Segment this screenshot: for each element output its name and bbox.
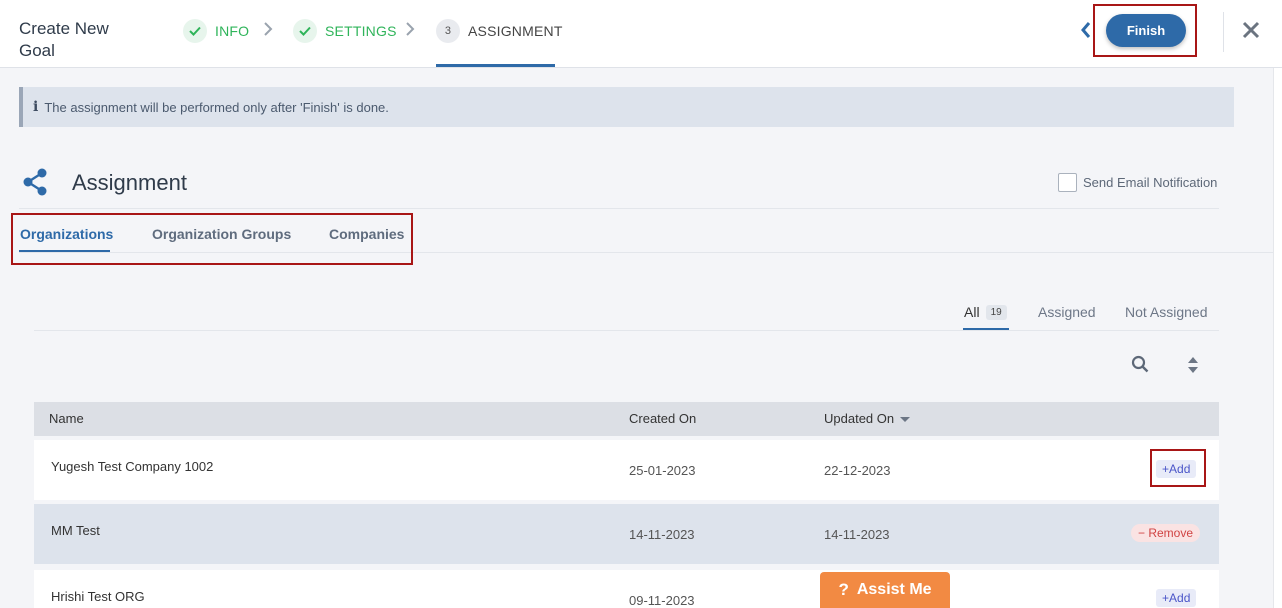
check-icon	[293, 19, 317, 43]
share-icon	[23, 168, 47, 196]
org-name: MM Test	[51, 523, 100, 538]
question-icon: ?	[838, 580, 849, 599]
active-step-indicator	[436, 64, 555, 67]
step-number: 3	[436, 19, 460, 43]
step-assignment[interactable]: 3 ASSIGNMENT	[436, 18, 563, 44]
check-icon	[183, 19, 207, 43]
sort-desc-icon	[900, 417, 911, 423]
add-label: Add	[1169, 591, 1191, 605]
table-row: MM Test 14-11-2023 14-11-2023 − Remove	[34, 504, 1219, 564]
info-text: The assignment will be performed only af…	[44, 99, 389, 115]
info-banner: i The assignment will be performed only …	[19, 87, 1234, 127]
table-row: Hrishi Test ORG 09-11-2023 +Add	[34, 570, 1219, 608]
column-name[interactable]: Name	[49, 411, 84, 426]
org-name: Yugesh Test Company 1002	[51, 459, 214, 474]
section-title: Assignment	[72, 170, 187, 195]
filter-all-label: All	[964, 304, 980, 320]
step-info[interactable]: INFO	[183, 18, 249, 44]
count-badge: 19	[985, 304, 1007, 320]
highlight-box	[11, 213, 413, 265]
updated-date: 14-11-2023	[824, 527, 890, 542]
close-icon[interactable]	[1241, 20, 1261, 40]
highlight-box	[1150, 449, 1206, 487]
search-icon[interactable]	[1131, 355, 1149, 373]
sort-icon[interactable]	[1186, 356, 1200, 374]
column-updated-on[interactable]: Updated On	[824, 411, 911, 426]
divider	[34, 330, 1219, 331]
step-settings[interactable]: SETTINGS	[293, 18, 397, 44]
info-icon: i	[33, 99, 39, 115]
header-divider	[1223, 12, 1224, 52]
highlight-box	[1093, 4, 1197, 57]
filter-assigned[interactable]: Assigned	[1038, 304, 1096, 320]
created-date: 25-01-2023	[629, 463, 696, 478]
table-header: Name Created On Updated On	[34, 402, 1219, 436]
filter-not-assigned[interactable]: Not Assigned	[1125, 304, 1208, 320]
remove-label: Remove	[1148, 526, 1194, 540]
column-updated-on-label: Updated On	[824, 411, 895, 426]
chevron-right-icon	[264, 22, 273, 36]
email-notification-checkbox[interactable]	[1058, 173, 1077, 192]
column-created-on[interactable]: Created On	[629, 411, 696, 426]
filter-all[interactable]: All 19	[964, 304, 1007, 320]
updated-date: 22-12-2023	[824, 463, 891, 478]
org-name: Hrishi Test ORG	[51, 589, 145, 604]
wizard-header: Create New Goal INFO SETTINGS 3 ASSIGNME…	[0, 0, 1282, 68]
table-row: Yugesh Test Company 1002 25-01-2023 22-1…	[34, 440, 1219, 500]
email-notification-label: Send Email Notification	[1083, 175, 1218, 190]
created-date: 14-11-2023	[629, 527, 695, 542]
step-settings-label: SETTINGS	[325, 23, 397, 39]
chevron-left-icon[interactable]	[1078, 20, 1094, 40]
assist-label: Assist Me	[856, 581, 932, 598]
remove-button[interactable]: − Remove	[1131, 524, 1201, 542]
chevron-right-icon	[406, 22, 415, 36]
scrollbar[interactable]	[1273, 68, 1282, 608]
step-assignment-label: ASSIGNMENT	[468, 23, 563, 39]
assist-me-button[interactable]: ? Assist Me	[820, 572, 950, 608]
page-title: Create New Goal	[19, 19, 109, 60]
created-date: 09-11-2023	[629, 593, 695, 608]
step-info-label: INFO	[215, 23, 250, 39]
divider	[19, 208, 1219, 209]
add-button[interactable]: +Add	[1156, 589, 1197, 607]
